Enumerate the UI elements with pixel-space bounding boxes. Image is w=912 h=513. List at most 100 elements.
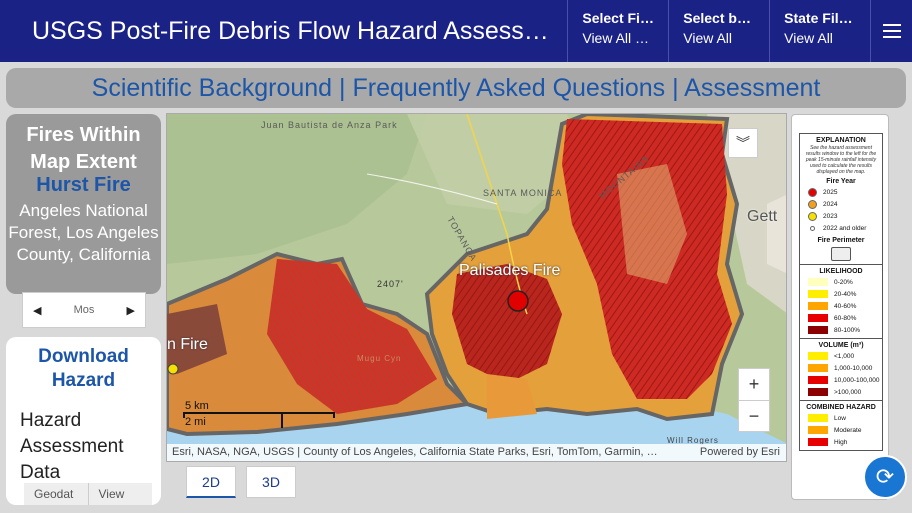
map-label-mugu: Mugu Cyn <box>357 354 402 363</box>
refresh-button[interactable]: ⟳ <box>863 455 907 499</box>
swatch <box>808 278 828 286</box>
likelihood-heading: LIKELIHOOD <box>819 268 863 275</box>
select-fire-label: Select Fi… <box>582 10 654 26</box>
legend-label: 2025 <box>823 188 838 196</box>
view-2d-button[interactable]: 2D <box>186 466 236 498</box>
zoom-control: + − <box>738 368 770 432</box>
attribution-text: Esri, NASA, NGA, USGS | County of Los An… <box>172 446 658 458</box>
map-label-elevation: 2407' <box>377 279 404 289</box>
fire-label-franklin: n Fire <box>167 336 208 353</box>
legend-note: See the hazard assessment results window… <box>805 145 877 175</box>
map-view[interactable]: Juan Bautista de Anza Park SANTA MONICA … <box>166 113 787 462</box>
legend-label: 80-100% <box>834 326 861 334</box>
hazard-assessment-data-label: Hazard Assessment Data <box>20 410 124 483</box>
legend-label: Low <box>834 414 846 422</box>
swatch <box>808 364 828 372</box>
fire-year-2024-swatch <box>808 199 817 209</box>
refresh-icon: ⟳ <box>875 464 895 489</box>
combined-hazard-section: COMBINED HAZARD Low Moderate High <box>800 400 882 450</box>
combined-heading: COMBINED HAZARD <box>806 404 876 411</box>
download-row: Geodat View <box>24 483 152 505</box>
state-filter-button[interactable]: State Fil… View All <box>769 0 870 62</box>
download-panel: Download Hazard Hazard Assessment Data G… <box>6 337 161 505</box>
fire-pager: ◀ Mos ▶ <box>22 292 146 328</box>
legend-item: 60-80% <box>800 312 882 324</box>
legend-item: 0-20% <box>800 276 882 288</box>
geodata-link[interactable]: Geodat <box>24 483 88 505</box>
view-3d-button[interactable]: 3D <box>246 466 296 498</box>
select-by-label: Select b… <box>683 10 751 26</box>
legend-panel: EXPLANATION See the hazard assessment re… <box>791 114 889 500</box>
download-title[interactable]: Download Hazard <box>6 345 161 391</box>
swatch <box>808 414 828 422</box>
legend-label: 40-60% <box>834 302 857 310</box>
swatch <box>808 438 828 446</box>
map-label-park: Juan Bautista de Anza Park <box>261 120 398 130</box>
legend-item: 2025 <box>800 186 882 198</box>
scale-mi-label: 2 mi <box>185 416 206 428</box>
likelihood-section: LIKELIHOOD 0-20% 20-40% 40-60% 60-80% 80… <box>800 264 882 338</box>
fires-panel-title: Fires Within Map Extent <box>26 124 141 173</box>
select-by-value: View All <box>683 30 733 46</box>
legend-label: 20-40% <box>834 290 857 298</box>
scale-bar: 5 km 2 mi <box>183 398 337 432</box>
legend-item: 2022 and older <box>800 222 882 234</box>
legend-label: High <box>834 438 848 446</box>
app-header: USGS Post-Fire Debris Flow Hazard Assess… <box>0 0 912 62</box>
fire-year-2025-swatch <box>808 187 817 197</box>
nav-separator: | <box>339 74 346 102</box>
nav-link-assessment[interactable]: Assessment <box>684 74 820 102</box>
nav-link-scientific-background[interactable]: Scientific Background <box>92 74 332 102</box>
state-filter-label: State Fil… <box>784 10 853 26</box>
chevrons-down-icon: ︾ <box>736 135 750 151</box>
view-link[interactable]: View <box>87 483 153 505</box>
legend-item: Low <box>800 412 882 424</box>
legend-item: High <box>800 436 882 448</box>
swatch <box>808 326 828 334</box>
collapse-button[interactable]: ︾ <box>728 128 758 158</box>
fire-year-heading: Fire Year <box>826 178 856 185</box>
volume-heading: VOLUME (m³) <box>818 342 864 349</box>
map-attribution: Esri, NASA, NGA, USGS | County of Los An… <box>167 444 786 461</box>
powered-by-esri[interactable]: Powered by Esri <box>700 444 780 461</box>
fire-year-2023-swatch <box>808 211 817 221</box>
zoom-in-button[interactable]: + <box>739 369 769 400</box>
fires-within-extent-panel: Fires Within Map Extent Hurst Fire Angel… <box>6 114 161 294</box>
zoom-out-button[interactable]: − <box>739 400 769 431</box>
pager-prev-icon[interactable]: ◀ <box>33 304 41 317</box>
select-by-button[interactable]: Select b… View All <box>668 0 769 62</box>
legend-label: 1,000-10,000 <box>834 364 873 372</box>
app-title: USGS Post-Fire Debris Flow Hazard Assess… <box>32 17 549 45</box>
legend-item: >100,000 <box>800 386 882 398</box>
swatch <box>808 352 828 360</box>
scale-km-label: 5 km <box>185 400 209 412</box>
menu-button[interactable] <box>870 0 912 62</box>
legend-item: 2024 <box>800 198 882 210</box>
pager-next-icon[interactable]: ▶ <box>127 304 135 317</box>
legend-label: <1,000 <box>834 352 855 360</box>
nav-link-faq[interactable]: Frequently Asked Questions <box>352 74 665 102</box>
legend-item: 10,000-100,000 <box>800 374 882 386</box>
nav-separator: | <box>672 74 679 102</box>
legend-item: 40-60% <box>800 300 882 312</box>
fire-location: Angeles National Forest, Los Angeles Cou… <box>8 201 159 264</box>
fire-perimeter-heading: Fire Perimeter <box>817 237 865 244</box>
fire-name-link[interactable]: Hurst Fire <box>6 174 161 197</box>
legend-item: 2023 <box>800 210 882 222</box>
fire-label-palisades: Palisades Fire <box>459 262 561 279</box>
state-filter-value: View All <box>784 30 833 46</box>
nav-bar: Scientific Background | Frequently Asked… <box>6 68 906 108</box>
pager-text: Mos <box>73 304 95 316</box>
hamburger-menu-icon <box>882 24 901 38</box>
map-label-santa-monica: SANTA MONICA <box>483 188 563 198</box>
swatch <box>808 426 828 434</box>
legend-item: 20-40% <box>800 288 882 300</box>
legend-label: 10,000-100,000 <box>834 376 880 384</box>
swatch <box>808 314 828 322</box>
legend-item: Moderate <box>800 424 882 436</box>
legend-label: >100,000 <box>834 388 862 396</box>
legend-label: 2022 and older <box>823 224 867 232</box>
select-fire-button[interactable]: Select Fi… View All … <box>567 0 668 62</box>
legend-title: EXPLANATION <box>816 137 866 144</box>
swatch <box>808 388 828 396</box>
